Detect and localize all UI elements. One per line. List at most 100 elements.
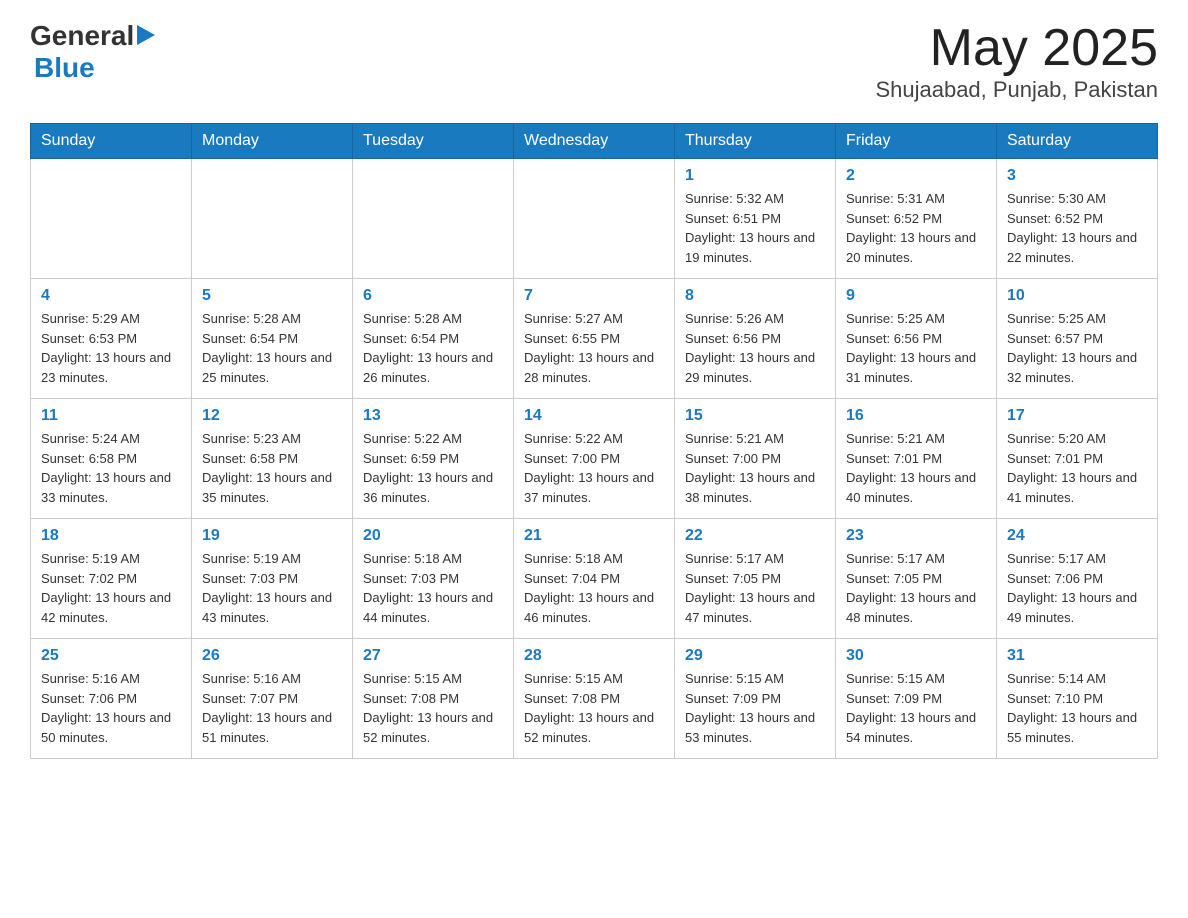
day-info: Sunrise: 5:25 AM Sunset: 6:57 PM Dayligh… — [1007, 309, 1147, 387]
calendar-cell: 2Sunrise: 5:31 AM Sunset: 6:52 PM Daylig… — [836, 159, 997, 279]
calendar-cell: 6 Sunrise: 5:28 AM Sunset: 6:54 PM Daylig… — [353, 279, 514, 399]
month-title: May 2025 — [875, 20, 1158, 77]
calendar-cell: 24Sunrise: 5:17 AM Sunset: 7:06 PM Dayli… — [997, 519, 1158, 639]
day-info: Sunrise: 5:16 AM Sunset: 7:07 PM Dayligh… — [202, 669, 342, 747]
day-info: Sunrise: 5:28 AM Sunset: 6:54 PM Dayligh… — [363, 309, 503, 387]
calendar-cell: 18Sunrise: 5:19 AM Sunset: 7:02 PM Dayli… — [31, 519, 192, 639]
day-info: Sunrise: 5:18 AM Sunset: 7:03 PM Dayligh… — [363, 549, 503, 627]
day-info: Sunrise: 5:18 AM Sunset: 7:04 PM Dayligh… — [524, 549, 664, 627]
day-info: Sunrise: 5:24 AM Sunset: 6:58 PM Dayligh… — [41, 429, 181, 507]
day-number: 9 — [846, 287, 986, 305]
calendar-cell: 31 Sunrise: 5:14 AM Sunset: 7:10 PM Dayli… — [997, 639, 1158, 759]
day-number: 11 — [41, 407, 181, 425]
calendar-cell: 19 Sunrise: 5:19 AM Sunset: 7:03 PM Dayli… — [192, 519, 353, 639]
day-info: Sunrise: 5:28 AM Sunset: 6:54 PM Dayligh… — [202, 309, 342, 387]
day-info: Sunrise: 5:15 AM Sunset: 7:09 PM Dayligh… — [846, 669, 986, 747]
calendar-cell: 5 Sunrise: 5:28 AM Sunset: 6:54 PM Daylig… — [192, 279, 353, 399]
calendar-cell: 27 Sunrise: 5:15 AM Sunset: 7:08 PM Dayli… — [353, 639, 514, 759]
day-number: 27 — [363, 647, 503, 665]
day-number: 30 — [846, 647, 986, 665]
calendar-cell: 21 Sunrise: 5:18 AM Sunset: 7:04 PM Dayli… — [514, 519, 675, 639]
day-info: Sunrise: 5:16 AM Sunset: 7:06 PM Dayligh… — [41, 669, 181, 747]
day-number: 6 — [363, 287, 503, 305]
day-info: Sunrise: 5:20 AM Sunset: 7:01 PM Dayligh… — [1007, 429, 1147, 507]
logo-general-text: General — [30, 20, 134, 52]
day-number: 17 — [1007, 407, 1147, 425]
day-number: 13 — [363, 407, 503, 425]
day-number: 29 — [685, 647, 825, 665]
day-number: 3 — [1007, 167, 1147, 185]
day-number: 28 — [524, 647, 664, 665]
day-info: Sunrise: 5:26 AM Sunset: 6:56 PM Dayligh… — [685, 309, 825, 387]
day-number: 23 — [846, 527, 986, 545]
calendar-day-header: Monday — [192, 124, 353, 159]
day-info: Sunrise: 5:15 AM Sunset: 7:08 PM Dayligh… — [524, 669, 664, 747]
calendar-day-header: Wednesday — [514, 124, 675, 159]
day-number: 24 — [1007, 527, 1147, 545]
calendar-day-header: Sunday — [31, 124, 192, 159]
calendar-day-header: Saturday — [997, 124, 1158, 159]
day-info: Sunrise: 5:14 AM Sunset: 7:10 PM Dayligh… — [1007, 669, 1147, 747]
day-info: Sunrise: 5:22 AM Sunset: 7:00 PM Dayligh… — [524, 429, 664, 507]
calendar-cell: 7 Sunrise: 5:27 AM Sunset: 6:55 PM Daylig… — [514, 279, 675, 399]
day-info: Sunrise: 5:19 AM Sunset: 7:03 PM Dayligh… — [202, 549, 342, 627]
calendar-cell: 8Sunrise: 5:26 AM Sunset: 6:56 PM Daylig… — [675, 279, 836, 399]
location-text: Shujaabad, Punjab, Pakistan — [875, 77, 1158, 103]
calendar-day-header: Tuesday — [353, 124, 514, 159]
day-number: 14 — [524, 407, 664, 425]
calendar-cell: 9 Sunrise: 5:25 AM Sunset: 6:56 PM Daylig… — [836, 279, 997, 399]
day-number: 4 — [41, 287, 181, 305]
calendar-cell: 11 Sunrise: 5:24 AM Sunset: 6:58 PM Dayli… — [31, 399, 192, 519]
calendar-cell — [31, 159, 192, 279]
logo-arrow-icon — [137, 25, 155, 45]
day-info: Sunrise: 5:29 AM Sunset: 6:53 PM Dayligh… — [41, 309, 181, 387]
day-number: 31 — [1007, 647, 1147, 665]
title-section: May 2025 Shujaabad, Punjab, Pakistan — [875, 20, 1158, 103]
day-info: Sunrise: 5:31 AM Sunset: 6:52 PM Dayligh… — [846, 189, 986, 267]
calendar-cell: 12 Sunrise: 5:23 AM Sunset: 6:58 PM Dayli… — [192, 399, 353, 519]
day-info: Sunrise: 5:19 AM Sunset: 7:02 PM Dayligh… — [41, 549, 181, 627]
calendar-day-header: Thursday — [675, 124, 836, 159]
calendar-cell: 16Sunrise: 5:21 AM Sunset: 7:01 PM Dayli… — [836, 399, 997, 519]
page-header: General Blue May 2025 Shujaabad, Punjab,… — [30, 20, 1158, 103]
day-number: 26 — [202, 647, 342, 665]
calendar-cell: 3Sunrise: 5:30 AM Sunset: 6:52 PM Daylig… — [997, 159, 1158, 279]
calendar-cell — [353, 159, 514, 279]
day-number: 20 — [363, 527, 503, 545]
day-number: 10 — [1007, 287, 1147, 305]
day-number: 5 — [202, 287, 342, 305]
day-info: Sunrise: 5:23 AM Sunset: 6:58 PM Dayligh… — [202, 429, 342, 507]
calendar-table: SundayMondayTuesdayWednesdayThursdayFrid… — [30, 123, 1158, 759]
day-info: Sunrise: 5:17 AM Sunset: 7:05 PM Dayligh… — [846, 549, 986, 627]
calendar-cell: 26 Sunrise: 5:16 AM Sunset: 7:07 PM Dayli… — [192, 639, 353, 759]
calendar-cell: 4 Sunrise: 5:29 AM Sunset: 6:53 PM Daylig… — [31, 279, 192, 399]
day-info: Sunrise: 5:17 AM Sunset: 7:05 PM Dayligh… — [685, 549, 825, 627]
calendar-header-row: SundayMondayTuesdayWednesdayThursdayFrid… — [31, 124, 1158, 159]
calendar-cell: 22Sunrise: 5:17 AM Sunset: 7:05 PM Dayli… — [675, 519, 836, 639]
calendar-cell: 17 Sunrise: 5:20 AM Sunset: 7:01 PM Dayli… — [997, 399, 1158, 519]
day-info: Sunrise: 5:15 AM Sunset: 7:09 PM Dayligh… — [685, 669, 825, 747]
day-number: 12 — [202, 407, 342, 425]
calendar-week-row: 11 Sunrise: 5:24 AM Sunset: 6:58 PM Dayli… — [31, 399, 1158, 519]
calendar-cell: 28 Sunrise: 5:15 AM Sunset: 7:08 PM Dayli… — [514, 639, 675, 759]
day-info: Sunrise: 5:15 AM Sunset: 7:08 PM Dayligh… — [363, 669, 503, 747]
calendar-cell: 20 Sunrise: 5:18 AM Sunset: 7:03 PM Dayli… — [353, 519, 514, 639]
calendar-cell: 1Sunrise: 5:32 AM Sunset: 6:51 PM Daylig… — [675, 159, 836, 279]
calendar-week-row: 4 Sunrise: 5:29 AM Sunset: 6:53 PM Daylig… — [31, 279, 1158, 399]
logo: General Blue — [30, 20, 155, 84]
day-number: 7 — [524, 287, 664, 305]
calendar-cell — [192, 159, 353, 279]
calendar-week-row: 1Sunrise: 5:32 AM Sunset: 6:51 PM Daylig… — [31, 159, 1158, 279]
day-info: Sunrise: 5:32 AM Sunset: 6:51 PM Dayligh… — [685, 189, 825, 267]
calendar-day-header: Friday — [836, 124, 997, 159]
calendar-cell: 14 Sunrise: 5:22 AM Sunset: 7:00 PM Dayli… — [514, 399, 675, 519]
calendar-cell — [514, 159, 675, 279]
day-info: Sunrise: 5:21 AM Sunset: 7:01 PM Dayligh… — [846, 429, 986, 507]
day-info: Sunrise: 5:25 AM Sunset: 6:56 PM Dayligh… — [846, 309, 986, 387]
day-number: 19 — [202, 527, 342, 545]
day-info: Sunrise: 5:27 AM Sunset: 6:55 PM Dayligh… — [524, 309, 664, 387]
calendar-cell: 15Sunrise: 5:21 AM Sunset: 7:00 PM Dayli… — [675, 399, 836, 519]
calendar-cell: 10 Sunrise: 5:25 AM Sunset: 6:57 PM Dayli… — [997, 279, 1158, 399]
day-info: Sunrise: 5:21 AM Sunset: 7:00 PM Dayligh… — [685, 429, 825, 507]
day-number: 21 — [524, 527, 664, 545]
